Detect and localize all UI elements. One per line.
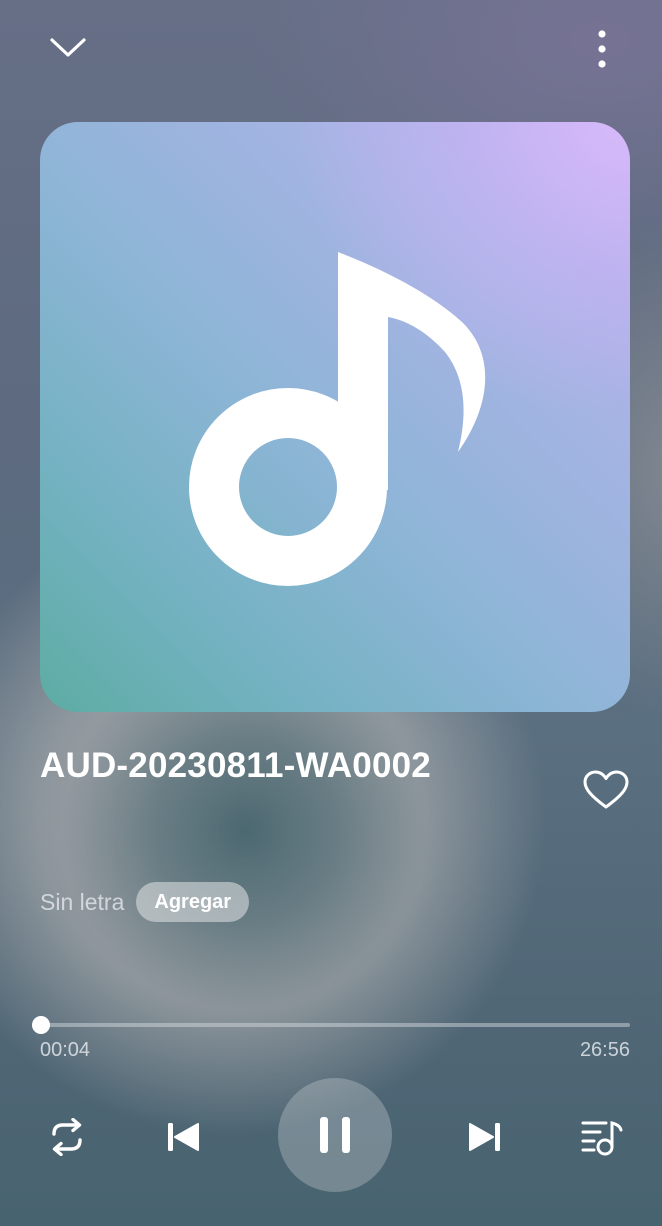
music-player-screen: AUD-20230811-WA0002 Sin letra Agregar 00… — [0, 0, 662, 1226]
skip-previous-icon — [168, 1123, 199, 1151]
more-vertical-icon — [598, 30, 606, 68]
track-title: AUD-20230811-WA0002 — [40, 746, 431, 785]
queue-button[interactable] — [576, 1112, 628, 1164]
lyrics-status: Sin letra — [40, 888, 125, 915]
more-options-button[interactable] — [582, 26, 622, 72]
repeat-icon — [52, 1118, 82, 1156]
favorite-button[interactable] — [578, 764, 634, 816]
add-lyrics-button[interactable]: Agregar — [136, 882, 250, 922]
pause-icon — [320, 1117, 350, 1153]
chevron-down-icon — [50, 38, 86, 57]
elapsed-time: 00:04 — [40, 1039, 91, 1061]
progress-thumb[interactable] — [32, 1016, 51, 1034]
lyrics-row: Sin letra Agregar — [40, 882, 250, 922]
next-button[interactable] — [460, 1112, 510, 1162]
album-art — [40, 122, 630, 712]
repeat-button[interactable] — [40, 1112, 94, 1162]
heart-outline-icon — [583, 770, 629, 809]
playlist-icon — [581, 1121, 623, 1156]
previous-button[interactable] — [158, 1112, 208, 1162]
music-note-icon — [189, 252, 486, 586]
collapse-button[interactable] — [42, 28, 94, 68]
total-time: 26:56 — [579, 1039, 630, 1061]
skip-next-icon — [469, 1123, 500, 1151]
play-pause-button[interactable] — [278, 1078, 392, 1192]
progress-bar[interactable] — [32, 1016, 630, 1034]
